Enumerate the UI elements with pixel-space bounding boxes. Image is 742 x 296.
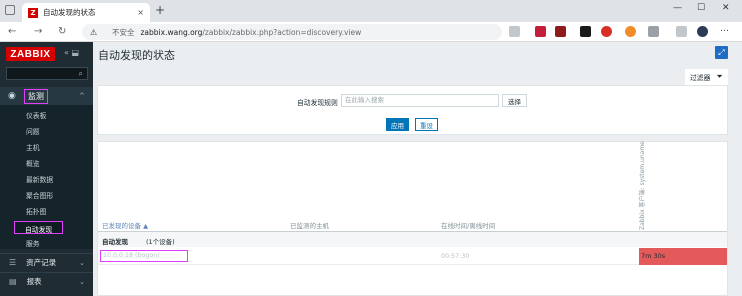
profile-avatar[interactable] bbox=[697, 26, 708, 37]
url-path: /zabbix/zabbix.php?action=discovery.view bbox=[202, 27, 362, 37]
warning-icon: ⚠ bbox=[90, 27, 98, 37]
tab-title: 自动发现的状态 bbox=[43, 8, 96, 17]
extension-red-icon[interactable] bbox=[601, 26, 612, 37]
forward-icon[interactable]: → bbox=[34, 26, 42, 37]
table-row: 10.0.0.18 (bogon) 00:57:30 7m 30s bbox=[98, 248, 727, 265]
submenu-services[interactable]: 服务 bbox=[26, 238, 40, 248]
address-bar-row: ← → ↻ ⚠ 不安全 zabbix.wang.org/zabbix/zabbi… bbox=[0, 22, 742, 42]
sidebar-search-input[interactable]: ⌕ bbox=[6, 67, 88, 80]
menu-monitoring[interactable]: ◉ 监测 ^ bbox=[0, 87, 93, 105]
maximize-icon[interactable]: ☐ bbox=[697, 3, 705, 13]
reload-icon[interactable]: ↻ bbox=[58, 26, 66, 37]
group-row: 自动发现 (1个设备) bbox=[98, 232, 727, 247]
collections-icon[interactable] bbox=[676, 26, 687, 37]
window-close-icon[interactable]: ✕ bbox=[722, 3, 730, 13]
chevron-down-icon: ⌄ bbox=[79, 258, 85, 267]
eye-icon: ◉ bbox=[8, 91, 16, 101]
close-tab-icon[interactable]: × bbox=[137, 8, 144, 17]
device-cell[interactable]: 10.0.0.18 (bogon) bbox=[100, 250, 188, 262]
submenu-latest-data[interactable]: 最新数据 bbox=[26, 174, 53, 184]
submenu-dashboard[interactable]: 仪表板 bbox=[26, 110, 46, 120]
page-title: 自动发现的状态 bbox=[98, 49, 175, 62]
submenu-screens[interactable]: 聚合图形 bbox=[26, 190, 53, 200]
uptime-cell: 00:57:30 bbox=[441, 253, 470, 260]
fullscreen-button[interactable]: ⤢ bbox=[715, 46, 728, 59]
tab-actions-icon[interactable] bbox=[5, 5, 15, 15]
submenu-discovery[interactable]: 自动发现 bbox=[14, 221, 63, 234]
submenu-problems[interactable]: 问题 bbox=[26, 126, 40, 136]
discovery-rule-label: 自动发现规则 bbox=[297, 99, 338, 107]
reset-button[interactable]: 重设 bbox=[415, 118, 438, 131]
chevron-up-icon: ^ bbox=[79, 92, 85, 100]
browser-tab[interactable]: Z 自动发现的状态 × bbox=[22, 3, 150, 22]
header-uptime: 在线时间/离线时间 bbox=[441, 222, 496, 230]
submenu-maps[interactable]: 拓扑图 bbox=[26, 206, 46, 216]
submenu-hosts[interactable]: 主机 bbox=[26, 142, 40, 152]
zabbix-favicon-icon: Z bbox=[28, 7, 38, 18]
search-icon[interactable]: ⌕ bbox=[79, 69, 83, 79]
header-discovered-devices[interactable]: 已发现的设备 ▲ bbox=[102, 220, 148, 230]
more-menu-icon[interactable]: … bbox=[720, 24, 731, 35]
collapse-sidebar-icon[interactable]: « ⬓ bbox=[64, 48, 79, 57]
browser-tab-bar: Z 自动发现的状态 × + — ☐ ✕ bbox=[0, 0, 742, 22]
group-count: (1个设备) bbox=[146, 238, 175, 246]
group-name: 自动发现 bbox=[102, 238, 128, 246]
report-icon: ▤ bbox=[9, 277, 17, 286]
menu-inventory[interactable]: ☰ 资产记录 ⌄ bbox=[0, 253, 93, 271]
select-button[interactable]: 选择 bbox=[502, 94, 527, 107]
extension-ublock-icon[interactable] bbox=[535, 26, 546, 37]
discovery-rule-input[interactable] bbox=[341, 94, 499, 107]
submenu-overview[interactable]: 概览 bbox=[26, 158, 40, 168]
back-icon[interactable]: ← bbox=[8, 26, 16, 37]
zabbix-logo[interactable]: ZABBIX bbox=[6, 47, 55, 61]
filter-panel: 自动发现规则 选择 应用 重设 bbox=[97, 85, 728, 135]
extension-orange-icon[interactable] bbox=[625, 26, 636, 37]
status-cell: 7m 30s bbox=[639, 248, 727, 265]
monitoring-submenu: 仪表板 问题 主机 概览 最新数据 聚合图形 拓扑图 自动发现 服务 bbox=[0, 105, 93, 249]
menu-reports[interactable]: ▤ 报表 ⌄ bbox=[0, 272, 93, 290]
url-field[interactable]: ⚠ 不安全 zabbix.wang.org/zabbix/zabbix.php?… bbox=[82, 24, 502, 40]
apply-button[interactable]: 应用 bbox=[386, 118, 409, 131]
menu-monitoring-label: 监测 bbox=[23, 88, 48, 104]
read-aloud-icon[interactable] bbox=[509, 26, 520, 37]
sidebar: ZABBIX « ⬓ ⌕ ◉ 监测 ^ 仪表板 问题 主机 概览 最新数据 聚合… bbox=[0, 42, 93, 296]
discovery-table: 已发现的设备 ▲ 已监测的主机 在线时间/离线时间 Zabbix 客户端: sy… bbox=[97, 141, 728, 296]
funnel-icon: ⏷ bbox=[716, 72, 723, 81]
extension-b-icon[interactable] bbox=[580, 26, 591, 37]
new-tab-button[interactable]: + bbox=[155, 3, 165, 17]
extension-badge-icon[interactable] bbox=[555, 26, 566, 37]
submenu-discovery-label: 自动发现 bbox=[25, 226, 53, 234]
chevron-down-icon: ⌄ bbox=[79, 277, 85, 286]
header-monitored-host: 已监测的主机 bbox=[290, 222, 329, 230]
header-vertical-check: Zabbix 客户端: system.uname bbox=[634, 141, 648, 232]
filter-tab-label: 过滤器 bbox=[690, 74, 711, 82]
extension-puzzle-icon[interactable] bbox=[648, 26, 659, 37]
menu-reports-label: 报表 bbox=[26, 277, 42, 286]
menu-inventory-label: 资产记录 bbox=[26, 258, 57, 267]
url-host: zabbix.wang.org bbox=[140, 27, 203, 37]
header-vertical-label: Zabbix 客户端: system.uname bbox=[639, 141, 646, 230]
insecure-label: 不安全 bbox=[112, 27, 135, 37]
list-icon: ☰ bbox=[9, 258, 17, 267]
filter-tab[interactable]: 过滤器 ⏷ bbox=[685, 69, 728, 85]
minimize-icon[interactable]: — bbox=[673, 3, 682, 13]
